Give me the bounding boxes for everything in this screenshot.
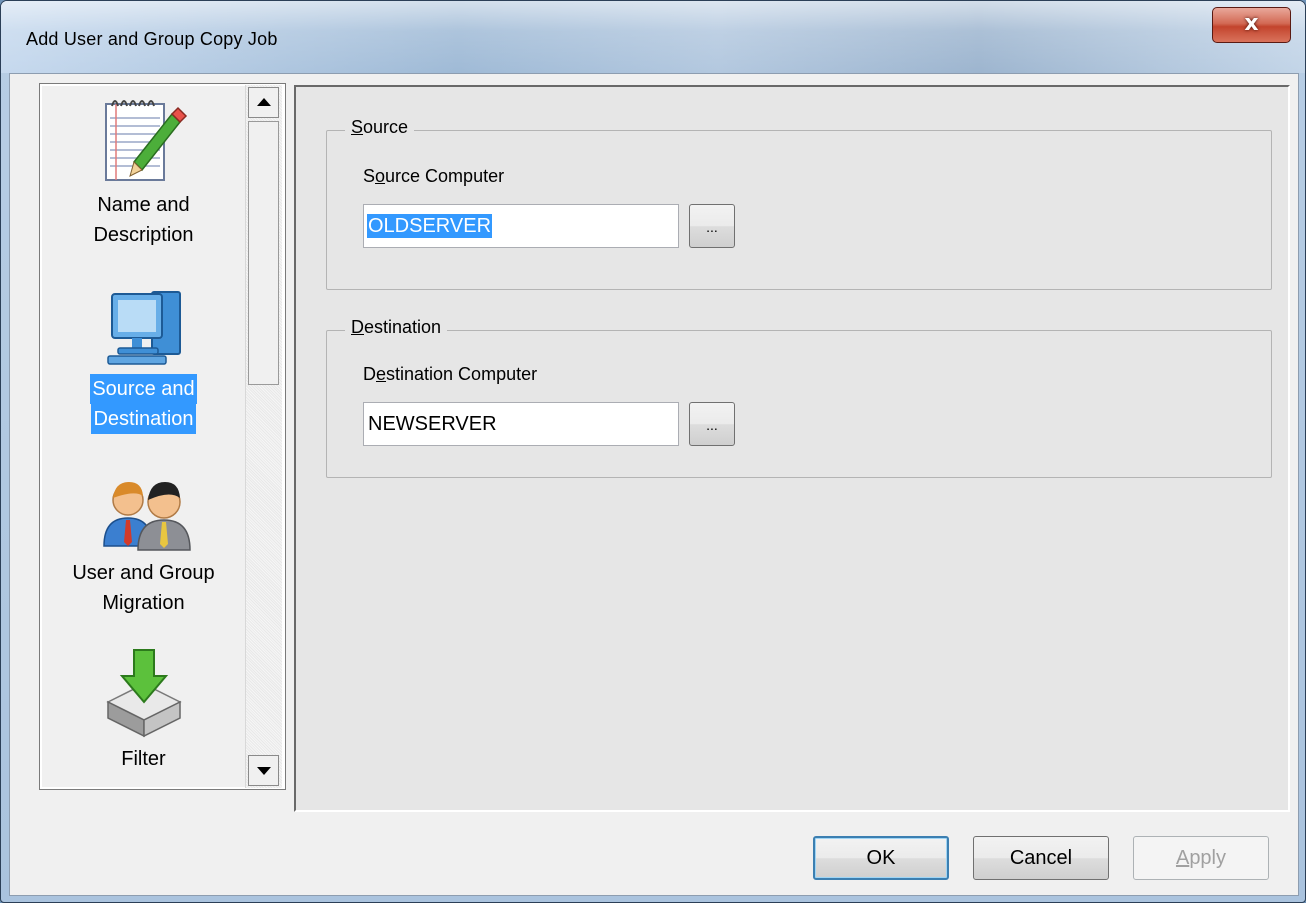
nav-item-label-2: Migration [102, 592, 185, 614]
destination-group-legend: Destination [345, 317, 448, 338]
cancel-button[interactable]: Cancel [973, 836, 1109, 880]
nav-item-label: Name and [97, 194, 190, 216]
nav-scrollbar[interactable] [245, 85, 282, 788]
nav-item-label: User and Group [72, 562, 215, 584]
close-icon: x [1244, 11, 1259, 36]
source-group-legend: Source [345, 117, 415, 138]
destination-computer-value: NEWSERVER [368, 413, 497, 435]
nav-item-label-2: Destination [42, 404, 245, 434]
nav-item-label-2: Description [93, 224, 194, 246]
nav-item-filter[interactable]: Filter [42, 644, 245, 774]
notepad-pencil-icon [104, 100, 187, 181]
scroll-down-button[interactable] [248, 755, 279, 786]
page-navigation-list: Name and Description Source and Destinat… [39, 83, 286, 790]
nav-item-label: Filter [121, 748, 166, 770]
source-group: Source Source Computer OLDSERVER ... [326, 117, 1272, 290]
nav-item-user-and-group-migration[interactable]: User and Group Migration [42, 458, 245, 618]
source-computer-label: Source Computer [363, 166, 505, 186]
destination-group: Destination Destination Computer NEWSERV… [326, 317, 1272, 478]
source-browse-button[interactable]: ... [689, 204, 735, 248]
scroll-up-button[interactable] [248, 87, 279, 118]
ok-button[interactable]: OK [813, 836, 949, 880]
destination-browse-button[interactable]: ... [689, 402, 735, 446]
computer-icon [106, 291, 181, 365]
destination-computer-label: Destination Computer [363, 364, 538, 384]
content-panel-inner: Source Source Computer OLDSERVER ... Des… [294, 85, 1290, 812]
apply-button[interactable]: Apply [1133, 836, 1269, 880]
dialog-client-area: Name and Description Source and Destinat… [9, 73, 1299, 896]
title-bar[interactable]: Add User and Group Copy Job x [1, 1, 1305, 73]
nav-item-source-and-destination[interactable]: Source and Destination [42, 274, 245, 434]
close-button[interactable]: x [1212, 7, 1291, 43]
filter-arrow-icon [105, 649, 182, 738]
dialog-window: Add User and Group Copy Job x Name and D… [0, 0, 1306, 903]
arrow-down-icon [257, 767, 271, 775]
destination-computer-input[interactable]: NEWSERVER [363, 402, 679, 446]
arrow-up-icon [257, 98, 271, 106]
content-panel: Source Source Computer OLDSERVER ... Des… [292, 83, 1292, 814]
window-title: Add User and Group Copy Job [26, 29, 278, 49]
nav-item-label: Source and [42, 374, 245, 404]
users-icon [102, 482, 191, 551]
navigation-items: Name and Description Source and Destinat… [42, 86, 245, 787]
nav-item-name-and-description[interactable]: Name and Description [42, 90, 245, 250]
scrollbar-thumb[interactable] [248, 121, 279, 385]
source-computer-value: OLDSERVER [367, 214, 493, 238]
source-computer-input[interactable]: OLDSERVER [363, 204, 679, 248]
